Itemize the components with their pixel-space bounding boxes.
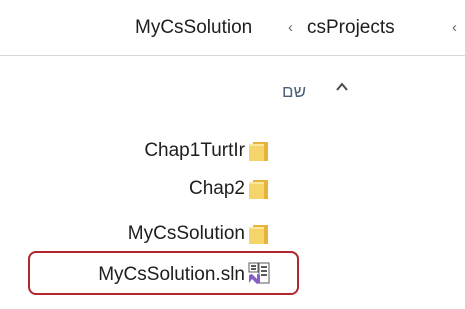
folder-icon (249, 142, 268, 161)
column-header-name[interactable]: שם (282, 82, 306, 102)
folder-icon (249, 225, 268, 244)
file-row-mycssolution[interactable]: MyCsSolution (0, 215, 330, 253)
file-name-label: Chap1TurtIr (144, 140, 245, 161)
breadcrumb-item-mycssolution[interactable]: MyCsSolution (135, 16, 252, 40)
breadcrumb: MyCsSolution ‹ csProjects ‹ (0, 0, 465, 56)
breadcrumb-separator-icon[interactable]: ‹ (288, 16, 293, 40)
folder-icon (249, 180, 268, 199)
file-name-label: Chap2 (189, 178, 245, 199)
file-row-chap2[interactable]: Chap2 (0, 170, 330, 208)
breadcrumb-separator-icon[interactable]: ‹ (452, 16, 457, 40)
breadcrumb-item-csprojects[interactable]: csProjects (307, 16, 395, 40)
file-row-chap1turtir[interactable]: Chap1TurtIr (0, 132, 330, 170)
highlight-frame (28, 251, 299, 295)
file-explorer-window: MyCsSolution ‹ csProjects ‹ שם Chap1Turt… (0, 0, 465, 309)
file-name-label: MyCsSolution (127, 223, 245, 244)
scroll-up-icon[interactable] (333, 78, 351, 96)
column-header-row: שם (0, 56, 330, 116)
